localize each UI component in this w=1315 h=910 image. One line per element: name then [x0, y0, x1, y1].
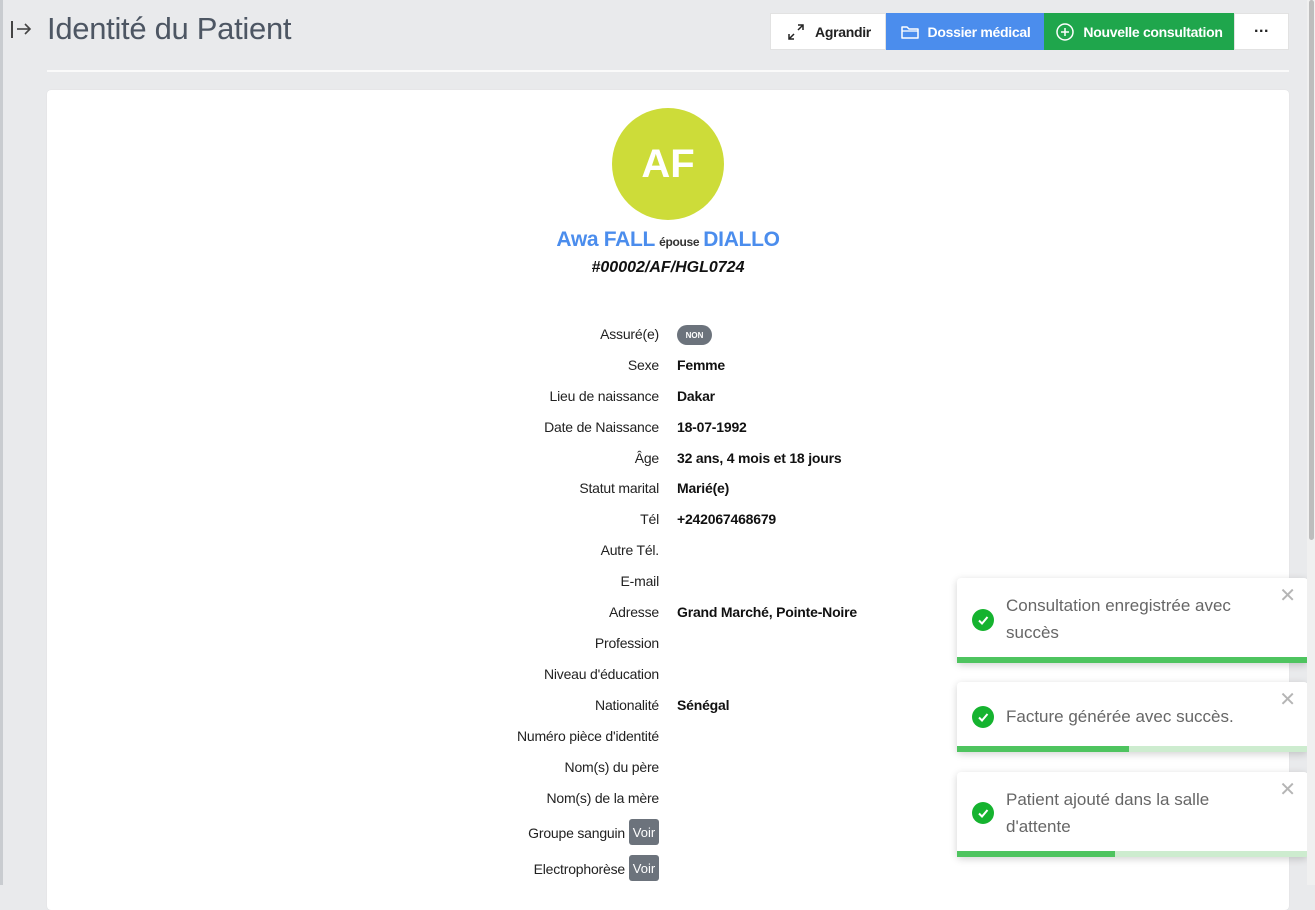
left-rail: [0, 0, 3, 885]
groupe-sanguin-voir-button[interactable]: Voir: [629, 819, 659, 845]
niveau-education-label: Niveau d'éducation: [543, 666, 659, 682]
lieu-naissance-value: Dakar: [677, 388, 715, 404]
dossier-label: Dossier médical: [927, 23, 1031, 40]
epouse-label: épouse: [659, 235, 700, 249]
close-icon[interactable]: ✕: [1279, 780, 1296, 800]
toast-progress-bar: [957, 851, 1115, 857]
toast-message: Facture générée avec succès.: [1006, 707, 1234, 726]
assure-status-badge: NON: [677, 325, 712, 345]
age-label: Âge: [634, 450, 660, 466]
toast-salle-attente: Patient ajouté dans la salle d'attente ✕: [957, 772, 1308, 857]
date-naissance-value: 18-07-1992: [677, 419, 747, 435]
toast-consultation: Consultation enregistrée avec succès ✕: [957, 578, 1308, 663]
more-options-button[interactable]: ···: [1234, 13, 1289, 50]
sidebar-expand-icon[interactable]: [8, 18, 34, 44]
sexe-value: Femme: [677, 357, 726, 373]
check-circle-icon: [972, 609, 994, 631]
assure-label: Assuré(e): [600, 326, 659, 342]
date-naissance-label: Date de Naissance: [544, 419, 659, 435]
piece-identite-label: Numéro pièce d'identité: [516, 728, 659, 744]
patient-id: #00002/AF/HGL0724: [591, 259, 745, 276]
close-icon[interactable]: ✕: [1279, 690, 1296, 710]
more-dots-icon: ···: [1253, 22, 1270, 40]
nom-mere-label: Nom(s) de la mère: [546, 790, 659, 806]
nouvelle-consultation-button[interactable]: Nouvelle consultation: [1044, 13, 1234, 50]
patient-name: Awa FALL épouse DIALLO: [0, 228, 1315, 252]
dossier-medical-button[interactable]: Dossier médical: [886, 13, 1044, 50]
toast-progress-bar: [957, 746, 1129, 752]
check-circle-icon: [972, 802, 994, 824]
nationalite-label: Nationalité: [595, 697, 659, 713]
groupe-sanguin-label: Groupe sanguin: [528, 825, 625, 841]
consultation-label: Nouvelle consultation: [1083, 23, 1223, 40]
avatar: AF: [612, 108, 724, 220]
statut-marital-label: Statut marital: [579, 480, 659, 496]
adresse-label: Adresse: [609, 604, 659, 620]
sexe-label: Sexe: [627, 357, 659, 373]
toast-facture: Facture générée avec succès. ✕: [957, 682, 1308, 752]
agrandir-label: Agrandir: [815, 23, 871, 40]
patient-first-name: Awa FALL: [556, 228, 656, 251]
scrollbar-thumb[interactable]: [1309, 0, 1314, 540]
page-title: Identité du Patient: [47, 11, 292, 46]
nationalite-value: Sénégal: [677, 697, 730, 713]
plus-circle-icon: [1056, 22, 1075, 41]
electrophorese-label: Electrophorèse: [533, 861, 626, 877]
toast-progress-bar: [957, 657, 1308, 663]
toolbar: Agrandir Dossier médical Nouvelle consul…: [770, 13, 1289, 50]
patient-spouse-name: DIALLO: [703, 228, 780, 251]
statut-marital-value: Marié(e): [677, 480, 730, 496]
expand-icon: [788, 23, 804, 40]
profession-label: Profession: [594, 635, 659, 651]
tel-value: +242067468679: [677, 511, 777, 527]
nom-pere-label: Nom(s) du père: [564, 759, 660, 775]
age-value: 32 ans, 4 mois et 18 jours: [677, 450, 842, 466]
autre-tel-label: Autre Tél.: [600, 542, 660, 558]
adresse-value: Grand Marché, Pointe-Noire: [677, 604, 857, 620]
check-circle-icon: [972, 706, 994, 728]
header-divider: [47, 70, 1289, 72]
agrandir-button[interactable]: Agrandir: [770, 13, 886, 50]
toast-message: Consultation enregistrée avec succès: [1006, 596, 1231, 642]
email-label: E-mail: [620, 573, 660, 589]
folder-icon: [900, 25, 919, 39]
toast-message: Patient ajouté dans la salle d'attente: [1006, 790, 1210, 836]
lieu-naissance-label: Lieu de naissance: [549, 388, 660, 404]
close-icon[interactable]: ✕: [1279, 586, 1296, 606]
electrophorese-voir-button[interactable]: Voir: [629, 855, 659, 881]
tel-label: Tél: [640, 511, 659, 527]
